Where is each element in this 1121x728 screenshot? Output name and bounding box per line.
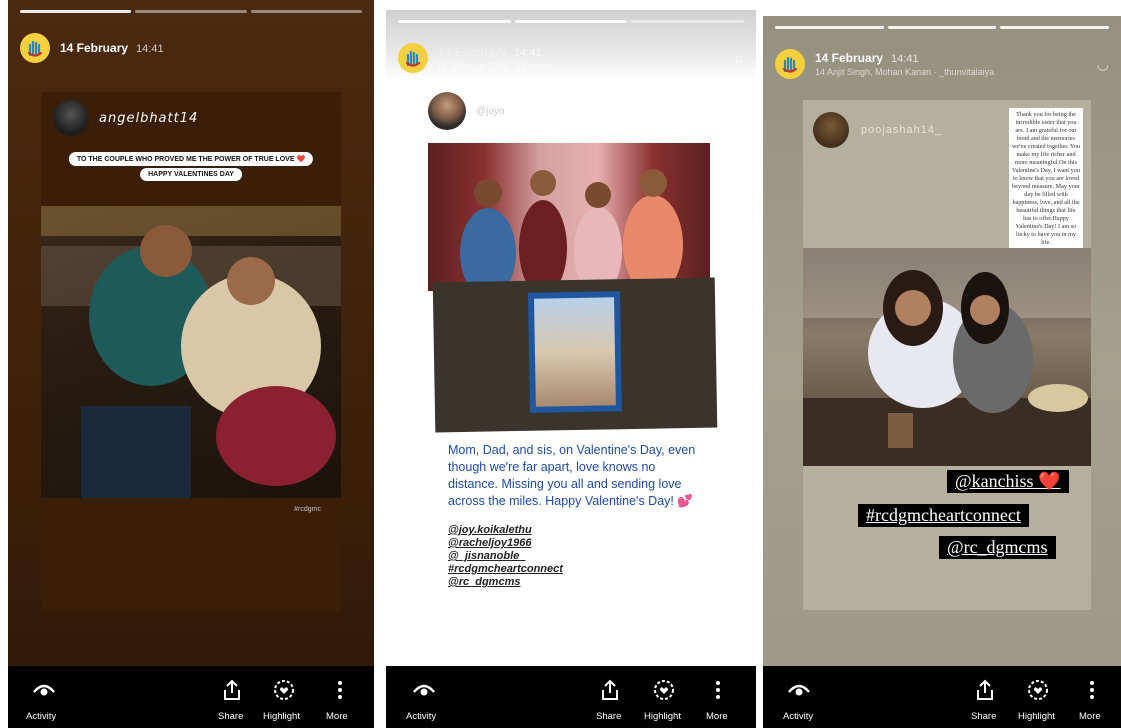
author-avatar[interactable]	[428, 92, 466, 130]
family-illustration	[460, 169, 683, 298]
reposted-story: poojashah14_ Thank you for being the inc…	[803, 100, 1091, 610]
more-button[interactable]: More	[326, 711, 348, 722]
mention-tag[interactable]: @kanchiss ❤️	[947, 470, 1069, 493]
progress-segment	[775, 26, 884, 29]
story-panel-2[interactable]: 14 February 14:41 Dr. Monique Baid · 3 F…	[386, 10, 756, 728]
story-progress-bar	[20, 10, 362, 13]
share-button[interactable]: Share	[596, 711, 621, 722]
mention-tag[interactable]: @rc_dgmcms	[939, 536, 1056, 559]
story-date: 14 February	[438, 45, 507, 59]
share-icon[interactable]	[973, 678, 997, 702]
progress-segment	[20, 10, 132, 13]
hashtag-label: #rcdgmc	[294, 506, 321, 513]
hand-logo-icon	[400, 45, 426, 71]
share-icon[interactable]	[598, 678, 622, 702]
story-panel-1[interactable]: 14 February 14:41 angelbhatt14 TO THE CO…	[8, 0, 374, 728]
caption-text: Mom, Dad, and sis, on Valentine's Day, e…	[448, 443, 696, 508]
story-subtitle: Dr. Monique Baid · 3 Frames	[438, 61, 554, 71]
eye-icon[interactable]	[412, 678, 436, 702]
activity-button[interactable]: Activity	[783, 711, 813, 722]
mention-list: @joy.koikalethu @racheljoy1966 @_jisnano…	[448, 524, 563, 589]
story-date: 14 February	[60, 41, 129, 55]
hand-logo-icon	[22, 35, 48, 61]
hashtag-link[interactable]: #rcdgmcheartconnect	[448, 563, 563, 576]
story-date: 14 February	[815, 51, 884, 65]
story-subtitle: 14 Anjit Singh, Mohan Kanan · _thunvital…	[815, 67, 995, 77]
repost-author[interactable]: poojashah14_	[813, 112, 942, 148]
author-avatar	[53, 100, 89, 136]
story-action-bar: Activity Share Highlight More	[8, 666, 374, 728]
activity-button[interactable]: Activity	[406, 711, 436, 722]
hand-logo-icon	[777, 51, 803, 77]
hashtag-tag[interactable]: #rcdgmcheartconnect	[858, 504, 1029, 527]
highlight-button[interactable]: Highlight	[644, 711, 681, 722]
story-caption: Mom, Dad, and sis, on Valentine's Day, e…	[448, 442, 708, 510]
more-icon[interactable]	[328, 678, 352, 702]
text-sticker-line-2: HAPPY VALENTINES DAY	[140, 168, 242, 181]
progress-segment	[135, 10, 247, 13]
loading-icon: ◡	[1096, 55, 1109, 72]
author-avatar	[813, 112, 849, 148]
sisters-photo	[803, 248, 1091, 466]
mention-link[interactable]: @racheljoy1966	[448, 537, 563, 550]
more-icon[interactable]	[1080, 678, 1104, 702]
framed-photo	[432, 277, 718, 433]
more-button[interactable]: More	[1079, 711, 1101, 722]
account-avatar[interactable]	[775, 49, 805, 79]
heart-emoji: ❤️	[1038, 471, 1061, 491]
account-avatar[interactable]	[20, 33, 50, 63]
mention-link[interactable]: @rc_dgmcms	[448, 576, 563, 589]
share-icon[interactable]	[220, 678, 244, 702]
share-button[interactable]: Share	[971, 711, 996, 722]
story-time: 14:41	[136, 43, 164, 55]
progress-segment	[887, 26, 997, 29]
highlight-icon[interactable]	[1026, 678, 1050, 702]
eye-icon[interactable]	[32, 678, 56, 702]
mention-text: @kanchiss	[955, 471, 1034, 491]
share-button[interactable]: Share	[218, 711, 243, 722]
account-avatar[interactable]	[398, 43, 428, 73]
story-time: 14:41	[891, 53, 919, 65]
highlight-button[interactable]: Highlight	[1018, 711, 1055, 722]
message-note: Thank you for being the incredible siste…	[1009, 108, 1083, 250]
highlight-icon[interactable]	[652, 678, 676, 702]
story-progress-bar	[398, 20, 745, 23]
more-button[interactable]: More	[706, 711, 728, 722]
photo-illustration	[41, 206, 341, 498]
heart-emoji: 💕	[677, 494, 693, 508]
author-username: @joyo	[476, 106, 505, 117]
author-username: poojashah14_	[861, 124, 943, 136]
progress-segment	[250, 10, 362, 13]
story-header: 14 February 14:41 14 Anjit Singh, Mohan …	[775, 46, 1109, 82]
author-username: angelbhatt14	[99, 110, 199, 126]
story-time: 14:41	[514, 47, 542, 59]
story-action-bar: Activity Share Highlight More	[386, 666, 756, 728]
mention-link[interactable]: @joy.koikalethu	[448, 524, 563, 537]
progress-segment	[1000, 26, 1110, 29]
progress-segment	[514, 20, 628, 23]
reposted-story: angelbhatt14 TO THE COUPLE WHO PROVED ME…	[41, 92, 341, 612]
story-panel-3[interactable]: 14 February 14:41 14 Anjit Singh, Mohan …	[763, 16, 1121, 728]
eye-icon[interactable]	[787, 678, 811, 702]
highlight-icon[interactable]	[272, 678, 296, 702]
highlight-button[interactable]: Highlight	[263, 711, 300, 722]
story-header: 14 February 14:41 Dr. Monique Baid · 3 F…	[398, 40, 744, 76]
couple-photo	[41, 206, 341, 498]
repost-author[interactable]: angelbhatt14	[53, 100, 198, 136]
activity-button[interactable]: Activity	[26, 711, 56, 722]
music-icon[interactable]: ♫	[734, 50, 745, 66]
restaurant-illustration	[803, 248, 1091, 466]
story-progress-bar	[775, 26, 1110, 29]
story-header: 14 February 14:41	[20, 30, 362, 66]
story-action-bar: Activity Share Highlight More	[763, 666, 1121, 728]
more-icon[interactable]	[706, 678, 730, 702]
mention-link[interactable]: @_jisnanoble_	[448, 550, 563, 563]
family-photo	[428, 143, 710, 298]
progress-segment	[398, 20, 511, 23]
progress-segment	[631, 20, 745, 23]
text-sticker-line-1: TO THE COUPLE WHO PROVED ME THE POWER OF…	[68, 152, 314, 166]
photo-frame	[527, 291, 622, 413]
